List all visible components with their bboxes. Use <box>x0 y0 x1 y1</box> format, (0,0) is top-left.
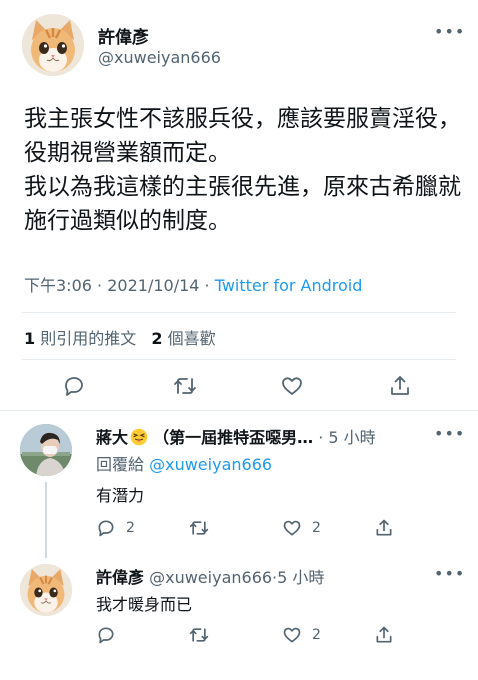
reply-text: 我才暖身而已 <box>96 595 193 614</box>
share-button[interactable] <box>374 514 394 542</box>
like-count: 2 <box>312 627 321 643</box>
like-button[interactable] <box>280 372 304 400</box>
retweet-icon <box>189 628 209 642</box>
share-icon <box>376 626 392 643</box>
reply-author-name[interactable]: 蔣大 <box>96 428 128 447</box>
reply-author-name-suffix[interactable]: （第一屆推特盃噁男… <box>153 428 313 447</box>
like-label: 個喜歡 <box>167 329 216 348</box>
kitten-avatar-image <box>22 14 84 76</box>
avatar[interactable] <box>22 14 84 76</box>
reply-icon <box>98 520 114 537</box>
meta-separator: · <box>204 276 210 295</box>
quote-label: 則引用的推文 <box>40 329 137 348</box>
retweet-button[interactable] <box>188 621 220 649</box>
like-button[interactable]: 2 <box>282 621 321 649</box>
divider <box>22 359 456 360</box>
more-icon[interactable]: ••• <box>434 426 465 442</box>
retweet-button[interactable] <box>188 514 220 542</box>
reply-icon <box>65 377 83 396</box>
reply-icon <box>98 627 114 644</box>
tweet-metadata: 下午3:06 · 2021/10/14 · Twitter for Androi… <box>24 272 362 296</box>
divider <box>0 410 478 411</box>
author-handle[interactable]: @xuweiyan666 <box>98 48 221 67</box>
reply-author-name[interactable]: 許偉彥 <box>96 568 144 587</box>
tweet-text-line: 我主張女性不該服兵役，應該要服賣淫役，役期視營業額而定。 <box>24 106 461 166</box>
main-action-bar <box>0 372 478 402</box>
replying-to-handle[interactable]: @xuweiyan666 <box>149 455 272 474</box>
tweet-stats: 1 則引用的推文 2 個喜歡 <box>24 325 216 349</box>
tweet-text-line: 我以為我這樣的主張很先進，原來古希臘就施行過類似的制度。 <box>24 174 461 234</box>
reply-text: 有潛力 <box>96 486 145 505</box>
reply-button[interactable] <box>62 372 86 400</box>
share-button[interactable] <box>388 372 412 400</box>
reply-button[interactable] <box>96 621 126 649</box>
reply-time[interactable]: 5 小時 <box>277 568 324 587</box>
tweet-text: 我主張女性不該服兵役，應該要服賣淫役，役期視營業額而定。 我以為我這樣的主張很先… <box>24 102 464 238</box>
kitten-avatar-image <box>20 564 72 616</box>
reply-button[interactable]: 2 <box>96 514 135 542</box>
replying-to: 回覆給 @xuweiyan666 <box>96 451 272 475</box>
avatar[interactable] <box>20 564 72 616</box>
reply-author-handle[interactable]: @xuweiyan666 <box>149 568 272 587</box>
avatar[interactable] <box>20 424 72 476</box>
reply-header: 蔣大 （第一屆推特盃噁男… · 5 小時 <box>96 424 436 450</box>
reply-action-bar: 2 <box>0 621 478 651</box>
share-icon <box>376 519 392 536</box>
divider <box>22 312 456 313</box>
reply-count: 2 <box>126 520 135 536</box>
heart-icon <box>282 377 302 395</box>
reply-header: 許偉彥 @xuweiyan666·5 小時 <box>96 564 436 588</box>
tweet-date[interactable]: 2021/10/14 <box>107 276 199 295</box>
more-icon[interactable]: ••• <box>434 24 465 40</box>
like-count: 2 <box>151 329 163 348</box>
likes-stat[interactable]: 2 個喜歡 <box>151 329 215 348</box>
tweet-time[interactable]: 下午3:06 <box>24 276 92 295</box>
tweet-source-link[interactable]: Twitter for Android <box>215 276 363 295</box>
replying-to-label: 回覆給 <box>96 455 145 474</box>
time-separator: · <box>318 428 324 447</box>
tongue-face-emoji-icon <box>130 428 148 450</box>
retweet-icon <box>189 521 209 535</box>
like-button[interactable]: 2 <box>282 514 321 542</box>
share-button[interactable] <box>374 621 394 649</box>
like-count: 2 <box>312 520 321 536</box>
quote-tweets-stat[interactable]: 1 則引用的推文 <box>24 329 136 348</box>
retweet-icon <box>174 378 196 394</box>
retweet-button[interactable] <box>172 372 198 400</box>
author-display-name[interactable]: 許偉彥 <box>98 23 149 48</box>
person-photo-avatar <box>20 424 72 476</box>
quote-count: 1 <box>24 329 36 348</box>
share-icon <box>391 376 409 395</box>
heart-icon <box>283 520 301 536</box>
meta-separator: · <box>97 276 103 295</box>
reply-time[interactable]: 5 小時 <box>328 428 375 447</box>
more-icon[interactable]: ••• <box>434 566 465 582</box>
heart-icon <box>283 627 301 643</box>
reply-action-bar: 2 2 <box>0 514 478 544</box>
